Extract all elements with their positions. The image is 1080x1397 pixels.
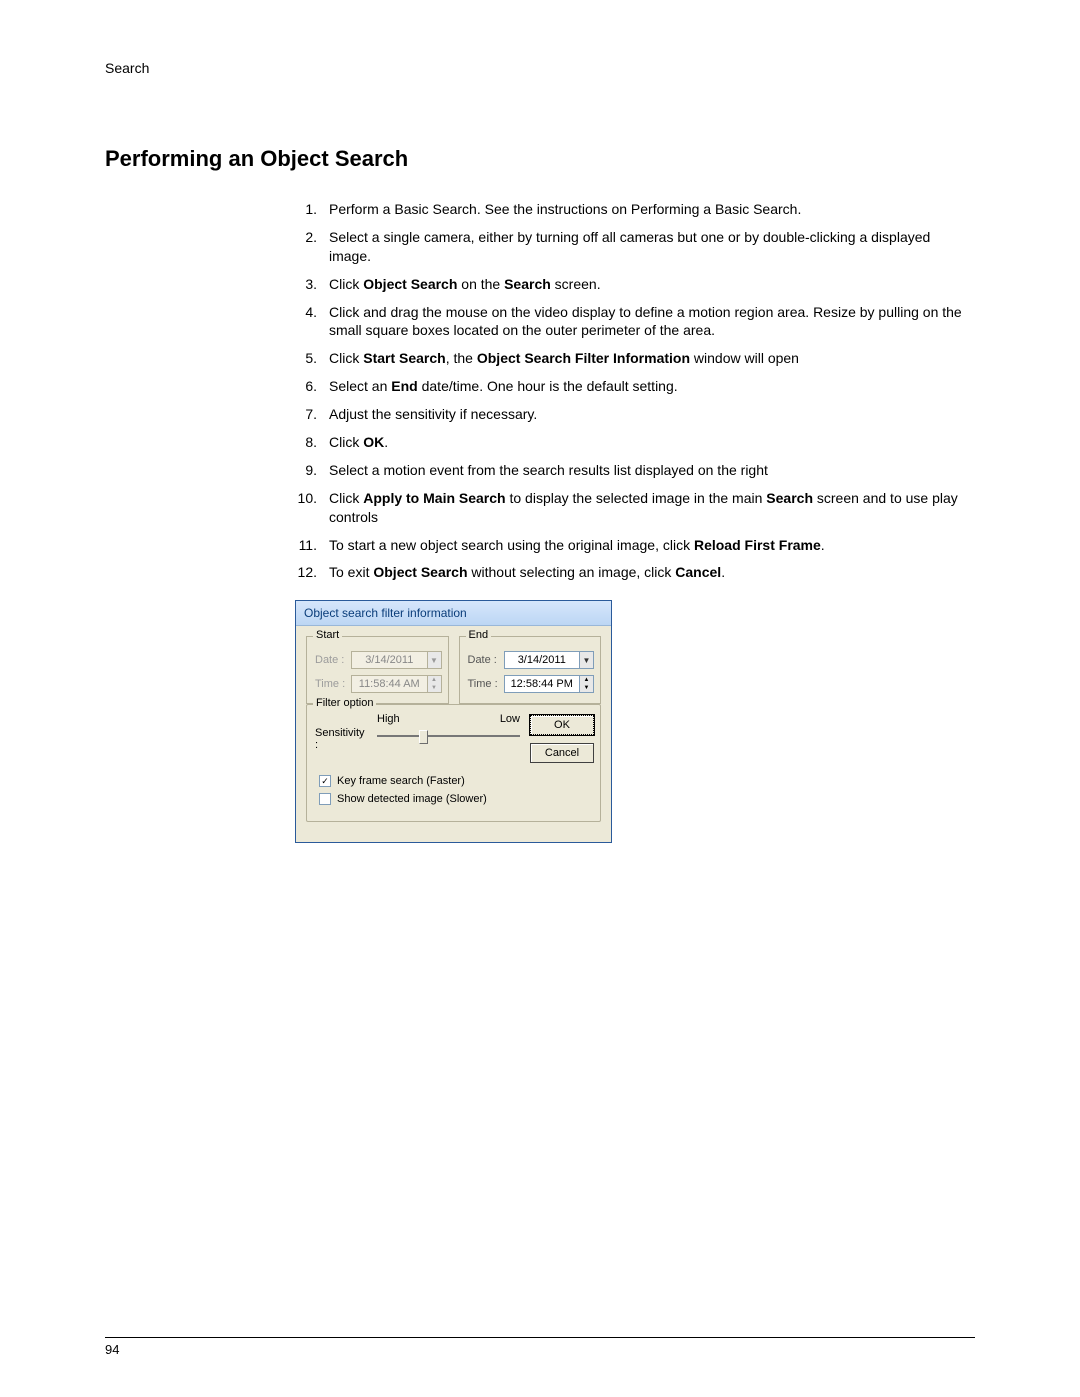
step-text-bold: Apply to Main Search — [363, 490, 505, 506]
step-text: Select a motion event from the search re… — [329, 462, 768, 478]
page-footer: 94 — [105, 1337, 975, 1357]
step-text: To start a new object search using the o… — [329, 537, 694, 553]
instruction-list: 1. Perform a Basic Search. See the instru… — [295, 200, 965, 582]
instruction-step: 6. Select an End date/time. One hour is t… — [295, 377, 965, 396]
step-text-bold: Search — [766, 490, 813, 506]
end-date-input[interactable]: 3/14/2011 — [504, 651, 581, 669]
step-text: . — [384, 434, 388, 450]
step-number: 7. — [295, 405, 317, 424]
end-time-label: Time : — [468, 678, 504, 690]
instruction-step: 12. To exit Object Search without selecti… — [295, 563, 965, 582]
step-text-bold: Object Search — [363, 276, 457, 292]
start-time-spinner: ▲▼ — [428, 675, 442, 693]
instruction-step: 2. Select a single camera, either by turn… — [295, 228, 965, 266]
step-text: Select a single camera, either by turnin… — [329, 229, 930, 264]
end-group: End Date : 3/14/2011 ▼ Time : 12:58:44 P… — [459, 636, 602, 704]
instruction-step: 1. Perform a Basic Search. See the instru… — [295, 200, 965, 219]
page-header-section: Search — [105, 60, 975, 76]
step-text-bold: End — [391, 378, 417, 394]
step-text: Click — [329, 434, 363, 450]
slider-low-label: Low — [500, 713, 520, 725]
end-date-dropdown[interactable]: ▼ — [580, 651, 594, 669]
step-text-bold: Cancel — [675, 564, 721, 580]
step-text-bold: Reload First Frame — [694, 537, 821, 553]
step-number: 12. — [295, 563, 317, 582]
step-number: 9. — [295, 461, 317, 480]
step-text: Adjust the sensitivity if necessary. — [329, 406, 537, 422]
step-text-bold: Search — [504, 276, 551, 292]
step-number: 1. — [295, 200, 317, 219]
end-time-spinner[interactable]: ▲▼ — [580, 675, 594, 693]
page-number: 94 — [105, 1342, 119, 1357]
page-title: Performing an Object Search — [105, 146, 975, 172]
step-text: , the — [446, 350, 477, 366]
step-text: window will open — [690, 350, 799, 366]
sensitivity-label: Sensitivity : — [315, 727, 367, 751]
step-text: on the — [457, 276, 504, 292]
step-number: 3. — [295, 275, 317, 294]
filter-option-legend: Filter option — [313, 697, 376, 709]
step-number: 10. — [295, 489, 317, 508]
instruction-step: 11. To start a new object search using th… — [295, 536, 965, 555]
cancel-button[interactable]: Cancel — [530, 743, 594, 763]
step-text: Select an — [329, 378, 391, 394]
filter-option-group: Filter option Sensitivity : High Low OK … — [306, 704, 601, 822]
step-number: 11. — [295, 536, 317, 555]
step-text: Click and drag the mouse on the video di… — [329, 304, 962, 339]
step-text-bold: Start Search — [363, 350, 445, 366]
instruction-step: 3. Click Object Search on the Search scre… — [295, 275, 965, 294]
start-time-input: 11:58:44 AM — [351, 675, 428, 693]
ok-button[interactable]: OK — [530, 715, 594, 735]
step-text: without selecting an image, click — [468, 564, 676, 580]
start-group: Start Date : 3/14/2011 ▼ Time : 11:58:44… — [306, 636, 449, 704]
instruction-step: 9. Select a motion event from the search … — [295, 461, 965, 480]
start-date-label: Date : — [315, 654, 351, 666]
step-text-bold: OK — [363, 434, 384, 450]
step-text: Click — [329, 490, 363, 506]
sensitivity-slider[interactable] — [375, 727, 522, 745]
end-date-label: Date : — [468, 654, 504, 666]
step-text: Click — [329, 350, 363, 366]
step-number: 2. — [295, 228, 317, 247]
slider-high-label: High — [377, 713, 400, 725]
start-time-label: Time : — [315, 678, 351, 690]
instruction-step: 4. Click and drag the mouse on the video … — [295, 303, 965, 341]
slider-thumb[interactable] — [419, 730, 428, 744]
start-legend: Start — [313, 629, 342, 641]
step-text: To exit — [329, 564, 373, 580]
step-text-bold: Object Search — [373, 564, 467, 580]
step-text: . — [821, 537, 825, 553]
end-legend: End — [466, 629, 492, 641]
step-number: 4. — [295, 303, 317, 322]
step-number: 8. — [295, 433, 317, 452]
step-text: screen. — [551, 276, 601, 292]
dialog-title: Object search filter information — [296, 601, 611, 626]
showdetected-label: Show detected image (Slower) — [337, 793, 487, 805]
step-text: to display the selected image in the mai… — [506, 490, 767, 506]
step-number: 5. — [295, 349, 317, 368]
step-number: 6. — [295, 377, 317, 396]
instruction-step: 7. Adjust the sensitivity if necessary. — [295, 405, 965, 424]
instruction-step: 10. Click Apply to Main Search to display… — [295, 489, 965, 527]
instruction-step: 5. Click Start Search, the Object Search … — [295, 349, 965, 368]
instruction-step: 8. Click OK. — [295, 433, 965, 452]
object-search-filter-dialog: Object search filter information Start D… — [295, 600, 612, 843]
start-date-dropdown: ▼ — [428, 651, 442, 669]
step-text: Click — [329, 276, 363, 292]
keyframe-label: Key frame search (Faster) — [337, 775, 465, 787]
step-text: date/time. One hour is the default setti… — [418, 378, 678, 394]
start-date-input: 3/14/2011 — [351, 651, 428, 669]
step-text: . — [721, 564, 725, 580]
keyframe-checkbox[interactable]: ✓ — [319, 775, 331, 787]
showdetected-checkbox[interactable] — [319, 793, 331, 805]
step-text-bold: Object Search Filter Information — [477, 350, 690, 366]
end-time-input[interactable]: 12:58:44 PM — [504, 675, 581, 693]
step-text: Perform a Basic Search. See the instruct… — [329, 201, 801, 217]
